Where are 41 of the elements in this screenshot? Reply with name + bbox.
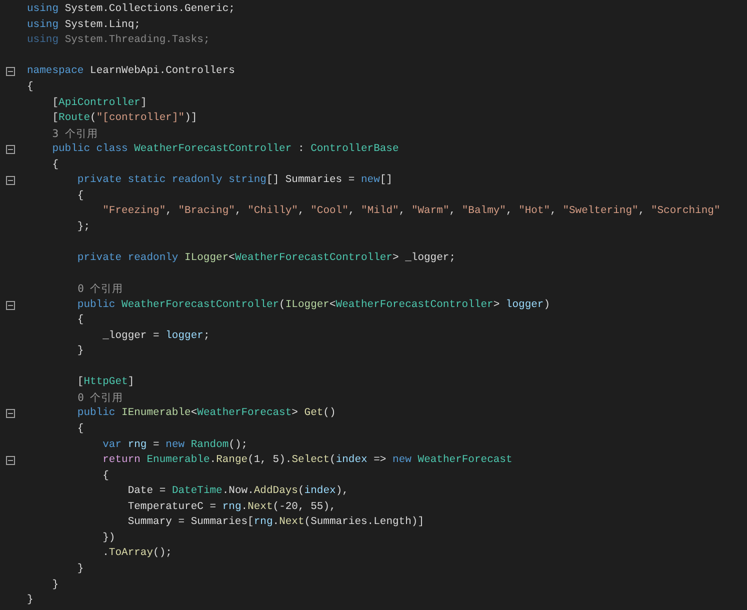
collapse-icon[interactable] bbox=[6, 456, 14, 466]
code-line: namespace LearnWebApi.Controllers bbox=[27, 64, 235, 80]
code-line: { bbox=[51, 158, 59, 173]
code-line: } bbox=[76, 344, 84, 360]
code-line: { bbox=[102, 468, 109, 484]
code-line: return Enumerable.Range(1, 5).Select(index => new WeatherForecast bbox=[102, 453, 512, 468]
code-line: }; bbox=[76, 220, 90, 235]
code-line: [HttpGet] bbox=[76, 375, 134, 390]
code-line: { bbox=[76, 188, 84, 204]
code-line: } bbox=[27, 593, 34, 608]
code-line: private static readonly string[] Summaries = new[] bbox=[76, 173, 392, 188]
code-line: } bbox=[51, 578, 59, 592]
collapse-icon[interactable] bbox=[6, 67, 14, 76]
code-line: public WeatherForecastController(ILogger<WeatherForecastController> logger) bbox=[76, 298, 550, 313]
code-line: using System.Threading.Tasks; bbox=[27, 33, 210, 48]
collapse-icon[interactable] bbox=[6, 176, 14, 186]
code-line: public IEnumerable<WeatherForecast> Get() bbox=[76, 406, 336, 422]
code-line: { bbox=[27, 80, 34, 95]
reference-count[interactable]: 0 个引用 bbox=[27, 390, 124, 406]
code-line: } bbox=[76, 562, 84, 577]
reference-count[interactable]: 3 个引用 bbox=[27, 126, 98, 142]
code-line: Date = DateTime.Now.AddDays(index), bbox=[126, 484, 348, 500]
code-line: _logger = logger; bbox=[102, 328, 210, 344]
code-line: { bbox=[76, 313, 84, 328]
collapse-icon[interactable] bbox=[6, 409, 14, 418]
code-line: using System.Linq; bbox=[27, 18, 140, 33]
code-line: }) bbox=[102, 530, 116, 546]
reference-count[interactable]: 0 个引用 bbox=[27, 282, 124, 298]
collapse-icon[interactable] bbox=[6, 300, 14, 310]
code-line: TemperatureC = rng.Next(-20, 55), bbox=[126, 500, 336, 515]
code-line: using System.Collections.Generic; bbox=[27, 2, 235, 18]
code-line: var rng = new Random(); bbox=[102, 438, 248, 453]
code-line: Summary = Summaries[rng.Next(Summaries.Length)] bbox=[126, 515, 424, 530]
code-line: .ToArray(); bbox=[102, 546, 172, 562]
code-line: [Route("[controller]")] bbox=[51, 111, 198, 126]
code-line: { bbox=[76, 422, 84, 438]
code-line: private readonly ILogger<WeatherForecastController> _logger; bbox=[76, 251, 456, 266]
code-line: public class WeatherForecastController : ControllerBase bbox=[51, 142, 399, 158]
code-line: "Freezing", "Bracing", "Chilly", "Cool", "Mild", "Warm", "Balmy", "Hot", "Sweltering", "Scorching" bbox=[102, 204, 720, 220]
collapse-icon[interactable] bbox=[6, 145, 14, 154]
code-line: [ApiController] bbox=[51, 96, 147, 111]
